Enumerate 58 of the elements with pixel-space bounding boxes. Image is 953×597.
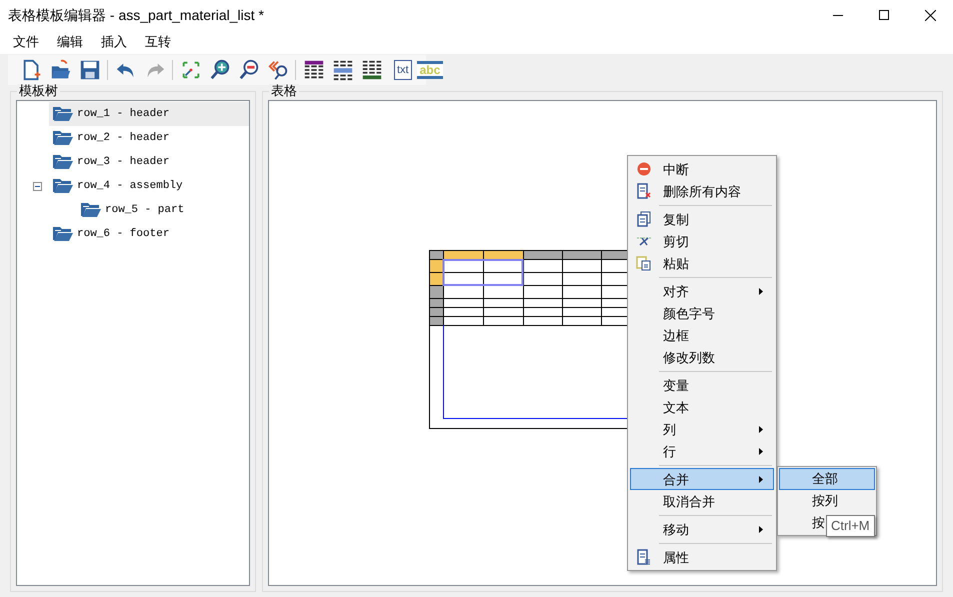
context-menu-item[interactable]: 中断 [630,158,774,180]
table-row-icon[interactable] [331,58,355,82]
context-menu-item[interactable]: 剪切 [630,230,774,252]
context-menu-item[interactable]: 边框 [630,324,774,346]
context-menu-item[interactable]: 列 [630,418,774,440]
paste-icon [636,255,652,271]
submenu-arrow-icon [759,476,763,482]
context-menu-item[interactable]: 粘贴 [630,252,774,274]
folder-icon [81,202,101,218]
context-menu-item[interactable]: 移动 [630,518,774,540]
folder-icon [53,154,73,170]
context-menu-item[interactable]: 复制 [630,208,774,230]
context-menu-item[interactable]: 取消合并 [630,490,774,512]
submenu-arrow-icon [759,526,763,532]
submenu-arrow-icon [759,426,763,432]
submenu-arrow-icon [759,448,763,454]
zoom-fit-icon[interactable] [266,58,290,82]
context-menu-item[interactable]: 文本 [630,396,774,418]
submenu-item[interactable]: 按列 [779,490,875,512]
context-menu-item[interactable]: 属性 [630,546,774,568]
menu-item[interactable]: 插入 [92,30,136,54]
tree-item[interactable]: row_6 - footer [49,222,249,246]
submenu-arrow-icon [759,288,763,294]
submenu-item[interactable]: 全部 [779,468,875,490]
menu-item[interactable]: 文件 [4,30,48,54]
tree-item[interactable]: row_5 - part [77,198,249,222]
window-title: 表格模板编辑器 - ass_part_material_list * [7,6,264,25]
tree-item[interactable]: row_4 - assembly [49,174,249,198]
copy-icon [637,211,651,227]
zoom-in-icon[interactable] [208,58,232,82]
text-button[interactable]: txt [394,60,412,80]
tooltip: Ctrl+M [826,515,875,537]
properties-icon [637,549,651,565]
context-menu-item[interactable]: 对齐 [630,280,774,302]
tree-item[interactable]: row_1 - header [49,102,249,126]
folder-icon [53,106,73,122]
tree-item[interactable]: row_3 - header [49,150,249,174]
stop-icon [637,162,651,176]
zoom-out-icon[interactable] [237,58,261,82]
tree-item[interactable]: row_2 - header [49,126,249,150]
save-icon[interactable] [78,58,102,82]
context-menu-item[interactable]: 删除所有内容 [630,180,774,202]
menu-item[interactable]: 互转 [136,30,180,54]
folder-icon [53,130,73,146]
context-menu-item[interactable]: 修改列数 [630,346,774,368]
folder-icon [53,226,73,242]
panel-title: 模板树 [17,84,60,97]
folder-icon [53,178,73,194]
context-menu-item[interactable]: 合并 [630,468,774,490]
context-menu-item[interactable]: 行 [630,440,774,462]
panel-title: 表格 [269,84,299,97]
menu-item[interactable]: 编辑 [48,30,92,54]
collapse-toggle[interactable] [32,182,42,190]
context-menu-item[interactable]: 变量 [630,374,774,396]
clear-document-icon [637,183,651,199]
table-footer-icon[interactable] [360,58,384,82]
scissors-icon [636,235,652,247]
context-menu-item[interactable]: 颜色字号 [630,302,774,324]
